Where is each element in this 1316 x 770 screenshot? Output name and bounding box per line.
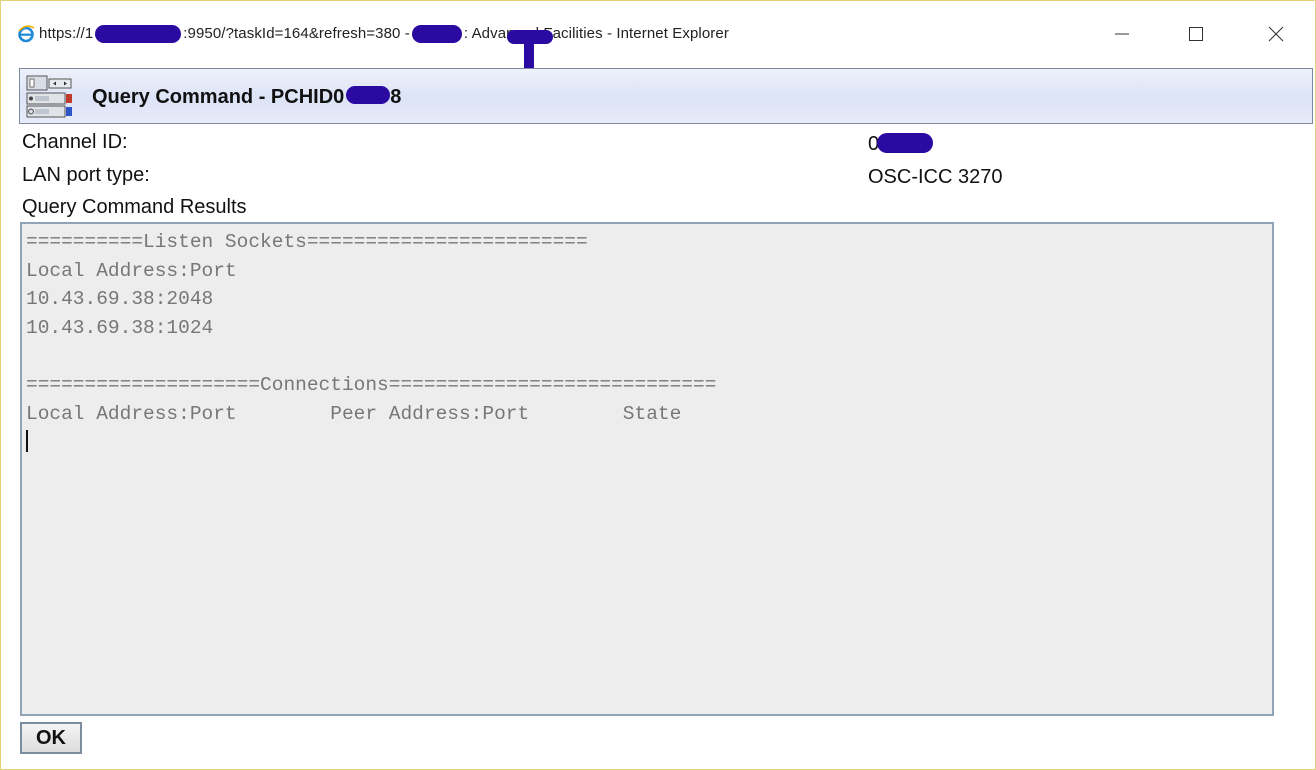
- channel-id-value: 0: [868, 133, 934, 156]
- lan-port-type-value: OSC-ICC 3270: [868, 166, 1003, 188]
- panel-title: Query Command - PCHID0 8: [92, 86, 401, 109]
- maximize-icon: [1189, 27, 1203, 41]
- panel-title-text: Query Command - PCHID0: [92, 86, 345, 108]
- redaction-mark: [346, 86, 391, 104]
- title-suffix: : Advanced Facilities - Internet Explore…: [463, 25, 729, 42]
- query-results-textarea[interactable]: ==========Listen Sockets================…: [20, 222, 1274, 716]
- window-title: https://1 :9950/?taskId=164&refresh=380 -…: [39, 25, 729, 44]
- maximize-button[interactable]: [1173, 17, 1219, 51]
- panel-title-tail: 8: [390, 86, 402, 108]
- close-icon: [1268, 26, 1284, 42]
- redaction-mark: [877, 133, 934, 153]
- query-results-label: Query Command Results: [22, 196, 247, 218]
- redaction-mark: [411, 25, 462, 44]
- title-mid: :9950/?taskId=164&refresh=380 -: [183, 25, 410, 42]
- query-results-content: ==========Listen Sockets================…: [26, 231, 717, 425]
- panel-header: Query Command - PCHID0 8: [19, 68, 1313, 124]
- title-bar[interactable]: https://1 :9950/?taskId=164&refresh=380 -…: [1, 1, 1315, 63]
- title-prefix: https://1: [39, 25, 94, 42]
- hardware-channel-icon: [26, 75, 72, 118]
- lan-port-type-label: LAN port type:: [22, 164, 150, 186]
- channel-id-label: Channel ID:: [22, 131, 128, 153]
- redaction-mark: [95, 25, 182, 44]
- close-button[interactable]: [1253, 17, 1299, 51]
- text-cursor: [26, 430, 28, 452]
- minimize-icon: [1115, 33, 1129, 35]
- internet-explorer-icon: [18, 25, 35, 43]
- minimize-button[interactable]: [1099, 17, 1145, 51]
- ok-button[interactable]: OK: [20, 722, 82, 754]
